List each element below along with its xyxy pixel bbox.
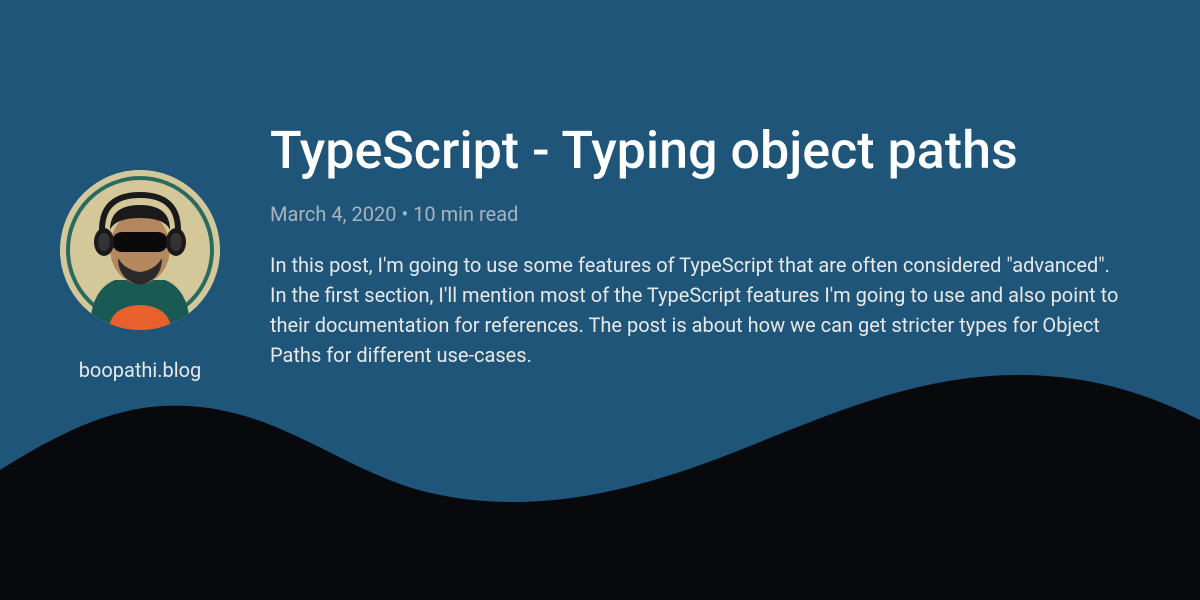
author-avatar — [60, 170, 220, 330]
post-excerpt: In this post, I'm going to use some feat… — [270, 250, 1130, 370]
post-meta: March 4, 2020 • 10 min read — [270, 202, 1140, 226]
post-read-time: 10 min read — [413, 202, 518, 226]
card-content: boopathi.blog TypeScript - Typing object… — [0, 0, 1200, 382]
post-title: TypeScript - Typing object paths — [270, 120, 1140, 182]
meta-separator: • — [396, 202, 413, 226]
author-column: boopathi.blog — [60, 120, 220, 382]
post-date: March 4, 2020 — [270, 202, 396, 226]
post-column: TypeScript - Typing object paths March 4… — [270, 120, 1140, 382]
site-name: boopathi.blog — [79, 358, 202, 382]
